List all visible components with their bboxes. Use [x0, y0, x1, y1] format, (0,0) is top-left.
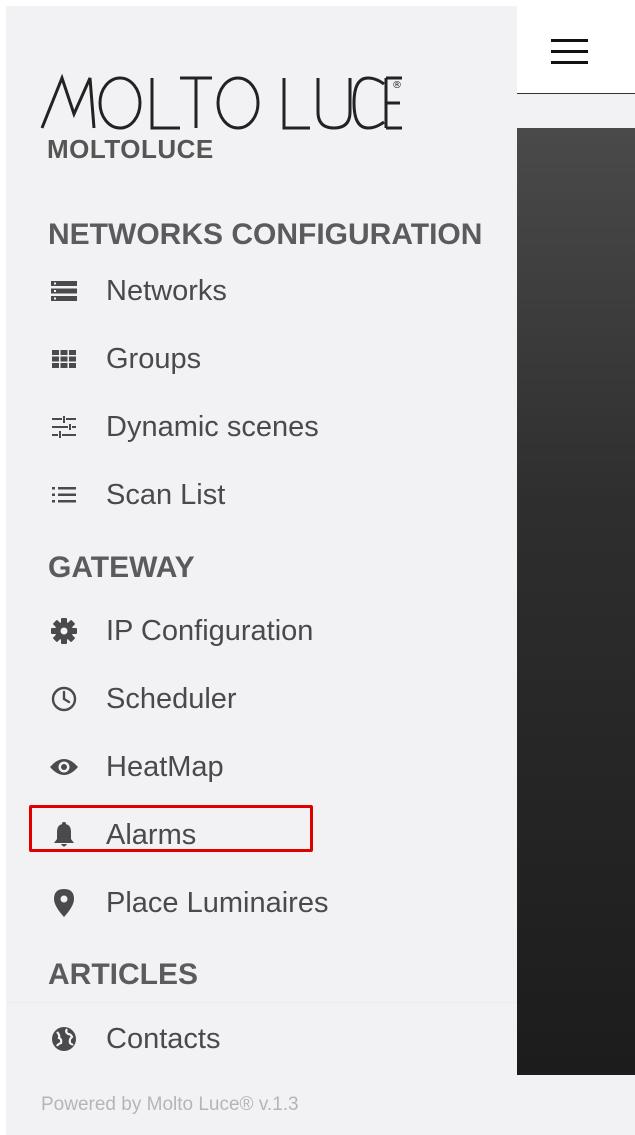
footer-powered-by: Powered by Molto Luce® v.1.3	[41, 1094, 299, 1115]
menu-item-label: Dynamic scenes	[106, 410, 319, 443]
section-networks-configuration: NETWORKS CONFIGURATION	[48, 218, 483, 251]
menu-item-groups[interactable]: Groups	[6, 328, 517, 390]
map-pin-icon	[50, 889, 78, 917]
menu-item-scan-list[interactable]: Scan List	[6, 464, 517, 526]
menu-item-dynamic-scenes[interactable]: Dynamic scenes	[6, 396, 517, 458]
app-window: ® MOLTOLUCE NETWORKS CONFIGURATION Netwo…	[6, 6, 635, 1135]
gear-icon	[50, 617, 78, 645]
menu-item-label: Scheduler	[106, 682, 237, 715]
menu-item-label: Contacts	[106, 1022, 221, 1055]
menu-item-label: Place Luminaires	[106, 886, 329, 919]
menu-item-networks[interactable]: Networks	[6, 260, 517, 322]
hamburger-menu-icon[interactable]	[551, 39, 588, 65]
section-articles: ARTICLES	[48, 958, 198, 991]
main-content-overlay[interactable]	[517, 128, 635, 1075]
eye-icon	[50, 753, 78, 781]
alarms-highlight-box	[29, 805, 313, 852]
brand-subtitle: MOLTOLUCE	[47, 134, 214, 164]
section-gateway: GATEWAY	[48, 551, 195, 584]
top-bar	[517, 6, 635, 94]
menu-item-heatmap[interactable]: HeatMap	[6, 736, 517, 798]
sidebar-drawer: ® MOLTOLUCE NETWORKS CONFIGURATION Netwo…	[6, 6, 517, 1135]
menu-item-place-luminaires[interactable]: Place Luminaires	[6, 872, 517, 934]
menu-item-scheduler[interactable]: Scheduler	[6, 668, 517, 730]
globe-icon	[50, 1025, 78, 1053]
list-icon	[50, 277, 78, 305]
sliders-icon	[50, 413, 78, 441]
menu-item-label: IP Configuration	[106, 614, 314, 647]
menu-item-label: Scan List	[106, 478, 226, 511]
bullet-list-icon	[50, 481, 78, 509]
grid-icon	[50, 345, 78, 373]
menu-item-label: Networks	[106, 274, 227, 307]
divider	[6, 1002, 517, 1003]
menu-item-label: HeatMap	[106, 750, 224, 783]
molto-luce-logo: ®	[40, 74, 402, 130]
svg-text:®: ®	[392, 80, 402, 91]
menu-item-ip-configuration[interactable]: IP Configuration	[6, 600, 517, 662]
menu-item-contacts[interactable]: Contacts	[6, 1008, 517, 1070]
menu-item-label: Groups	[106, 342, 202, 375]
clock-icon	[50, 685, 78, 713]
